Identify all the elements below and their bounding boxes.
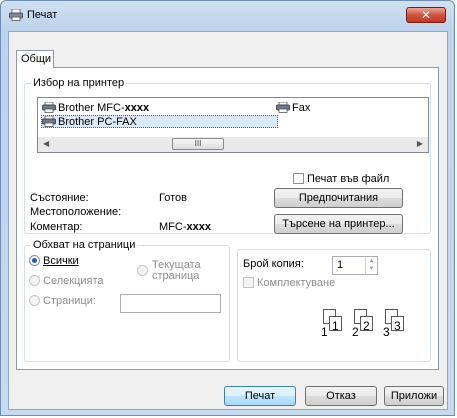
printer-item-pc-fax[interactable]: Brother PC-FAX <box>41 115 278 128</box>
title-bar[interactable]: Печат ✕ <box>1 1 454 29</box>
dialog-body: Общи Избор на принтер Brother MFC-xxxx F… <box>8 31 448 410</box>
comment-label: Коментар: <box>30 221 83 233</box>
printer-item-mfc[interactable]: Brother MFC-xxxx <box>42 101 149 114</box>
find-printer-button[interactable]: Търсене на принтер... <box>274 214 403 234</box>
printer-icon <box>9 9 23 21</box>
comment-value: MFC-xxxx <box>159 221 211 233</box>
copies-value: 1 <box>337 259 344 271</box>
preferences-button[interactable]: Предпочитания <box>274 188 403 208</box>
collate-num: 1 <box>332 319 339 333</box>
stepper-buttons[interactable]: ▲ ▼ <box>365 257 377 274</box>
scroll-thumb[interactable]: III <box>172 138 224 150</box>
scroll-grip-icon: III <box>194 139 202 148</box>
collate-num: 3 <box>394 319 401 333</box>
collate-preview-icon: 1 1 2 2 3 3 <box>321 309 423 341</box>
pages-input[interactable] <box>120 294 221 313</box>
general-panel: Избор на принтер Brother MFC-xxxx Fax Br… <box>16 67 439 370</box>
comment-text: MFC- <box>159 221 187 233</box>
printer-icon <box>42 102 56 113</box>
stepper-down-icon[interactable]: ▼ <box>366 265 377 273</box>
copies-group: Брой копия: 1 ▲ ▼ Комплектуване 1 1 2 2 … <box>237 249 431 362</box>
tab-label: Общи <box>21 53 52 65</box>
apply-button[interactable]: Приложи <box>384 386 444 406</box>
cancel-button[interactable]: Отказ <box>305 386 377 406</box>
print-dialog: Печат ✕ Общи Избор на принтер Brother MF… <box>0 0 455 416</box>
printer-item-fax[interactable]: Fax <box>276 101 310 114</box>
scroll-right-icon[interactable]: ▶ <box>417 139 423 148</box>
collate-num: 2 <box>363 319 370 333</box>
status-label: Състояние: <box>30 192 89 204</box>
print-button[interactable]: Печат <box>224 386 296 406</box>
radio-selection[interactable]: Селекцията <box>29 275 103 287</box>
location-label: Местоположение: <box>30 206 122 218</box>
radio-icon <box>29 275 40 286</box>
current-page-line2: страница <box>152 270 200 282</box>
radio-all[interactable]: Всички <box>29 255 79 267</box>
print-to-file-checkbox[interactable]: Печат във файл <box>293 173 389 185</box>
status-value: Готов <box>159 192 187 204</box>
stepper-up-icon[interactable]: ▲ <box>366 257 377 265</box>
printer-list[interactable]: Brother MFC-xxxx Fax Brother PC-FAX ◀ II… <box>37 97 429 153</box>
print-to-file-label: Печат във файл <box>307 173 390 185</box>
radio-selection-label: Селекцията <box>43 275 104 287</box>
printer-name: Fax <box>292 101 311 114</box>
radio-checked-icon <box>29 255 40 266</box>
copies-label-text: Брой копия: <box>243 258 304 270</box>
collate-checkbox[interactable]: Комплектуване <box>243 277 335 289</box>
scroll-left-icon[interactable]: ◀ <box>43 139 49 148</box>
window-title: Печат <box>27 9 58 21</box>
radio-all-label: Всички <box>43 255 79 267</box>
printer-name: Brother PC-FAX <box>58 115 137 128</box>
printer-list-scrollbar[interactable]: ◀ III ▶ <box>38 137 428 152</box>
printer-icon <box>42 116 56 127</box>
collate-num: 2 <box>352 325 359 339</box>
collate-num: 1 <box>321 325 328 339</box>
fax-icon <box>276 102 290 113</box>
radio-icon <box>29 295 40 306</box>
close-button[interactable]: ✕ <box>406 7 446 23</box>
close-icon: ✕ <box>420 8 432 22</box>
printer-selection-legend: Избор на принтер <box>33 77 125 89</box>
radio-icon <box>137 265 148 276</box>
page-range-legend: Обхват на страници <box>33 239 136 251</box>
collate-num: 3 <box>383 325 390 339</box>
checkbox-icon <box>293 173 304 184</box>
page-range-group: Обхват на страници Всички Селекцията Тек… <box>24 239 230 362</box>
radio-pages-label: Страници: <box>43 295 96 307</box>
radio-pages[interactable]: Страници: <box>29 295 96 307</box>
tab-general[interactable]: Общи <box>16 50 54 68</box>
copies-stepper[interactable]: 1 ▲ ▼ <box>332 256 378 275</box>
printer-selection-group: Избор на принтер Brother MFC-xxxx Fax Br… <box>24 77 431 234</box>
comment-suffix: xxxx <box>186 221 211 233</box>
printer-name: Brother MFC- <box>58 101 125 114</box>
checkbox-icon <box>243 277 254 288</box>
collate-label: Комплектуване <box>257 277 336 289</box>
printer-model-suffix: xxxx <box>124 101 150 114</box>
copies-label: Брой копия: <box>243 258 304 270</box>
